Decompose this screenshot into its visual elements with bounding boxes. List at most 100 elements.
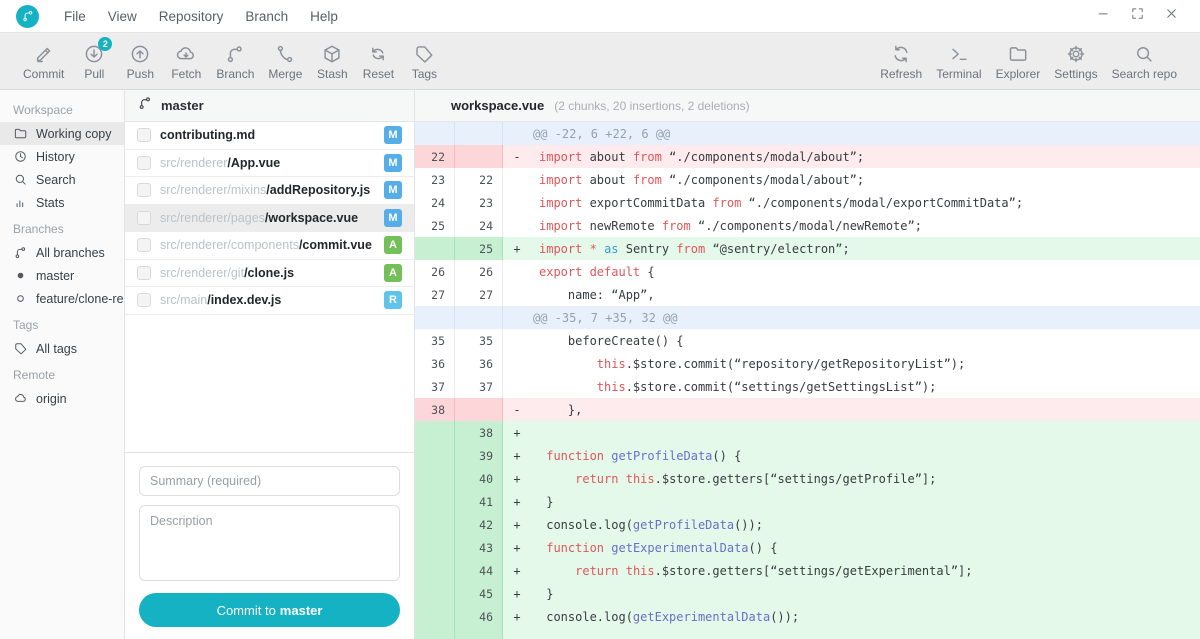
diff-code: import about from “./components/modal/ab… [503,168,1200,191]
new-line-number: 39 [455,444,503,467]
fetch-icon [175,41,197,66]
old-line-number: 22 [415,145,455,168]
diff-code: import exportCommitData from “./componen… [503,191,1200,214]
pencil-icon [33,41,55,66]
toolbar-pull-button[interactable]: 2Pull [71,41,117,81]
file-row-index-dev-js[interactable]: src/main/index.dev.jsR [125,287,414,315]
menu-file[interactable]: File [53,9,97,24]
old-line-number [415,421,455,444]
diff-header: workspace.vue (2 chunks, 20 insertions, … [415,90,1200,122]
file-row-commit-vue[interactable]: src/renderer/components/commit.vueA [125,232,414,260]
diff-marker: + [507,449,527,463]
toolbar-reset-button[interactable]: Reset [355,41,401,81]
old-line-number: 25 [415,214,455,237]
toolbar-push-button[interactable]: Push [117,41,163,81]
diff-code: + } [503,490,1200,513]
stash-icon [321,41,343,66]
toolbar-search-repo-button[interactable]: Search repo [1105,41,1184,81]
toolbar-refresh-button[interactable]: Refresh [873,41,929,81]
diff-row: 2322import about from “./components/moda… [415,168,1200,191]
new-line-number: 24 [455,214,503,237]
new-line-number: 41 [455,490,503,513]
diff-marker: + [507,426,527,440]
diff-code: + [503,421,1200,444]
branch-icon [137,95,153,116]
old-line-number [415,444,455,467]
folder-icon [1007,41,1029,66]
toolbar-merge-button[interactable]: Merge [261,41,309,81]
maximize-button[interactable] [1120,6,1154,26]
new-line-number: 26 [455,260,503,283]
file-checkbox[interactable] [137,266,151,280]
toolbar-tags-button[interactable]: Tags [401,41,447,81]
refresh-icon [890,41,912,66]
toolbar-explorer-button[interactable]: Explorer [989,41,1048,81]
sidebar-item-history[interactable]: History [0,145,124,168]
diff-marker: - [507,403,527,417]
menu-help[interactable]: Help [299,9,349,24]
toolbar-label: Settings [1054,67,1097,81]
toolbar-terminal-button[interactable]: Terminal [929,41,988,81]
toolbar-stash-button[interactable]: Stash [309,41,355,81]
reset-icon [367,41,389,66]
menu-branch[interactable]: Branch [234,9,299,24]
file-row-app-vue[interactable]: src/renderer/App.vueM [125,150,414,178]
summary-input[interactable] [139,466,400,496]
close-button[interactable] [1154,6,1188,26]
old-line-number [415,559,455,582]
commit-button[interactable]: Commit to master [139,593,400,627]
diff-row: 3737 this.$store.commit(“settings/getSet… [415,375,1200,398]
diff-code: + return this.$store.getters[“settings/g… [503,559,1200,582]
sidebar-section-workspace: Workspace [0,95,124,122]
sidebar-section-tags: Tags [0,310,124,337]
sidebar-item-master[interactable]: master [0,264,124,287]
toolbar-settings-button[interactable]: Settings [1047,41,1104,81]
sidebar-item-origin[interactable]: origin [0,387,124,410]
file-checkbox[interactable] [137,128,151,142]
sidebar-item-feature-clone-re[interactable]: feature/clone-re... [0,287,124,310]
minimize-button[interactable] [1086,6,1120,26]
branch-icon [224,41,246,66]
old-line-number: 24 [415,191,455,214]
file-checkbox[interactable] [137,293,151,307]
sidebar-item-stats[interactable]: Stats [0,191,124,214]
changed-file-list: contributing.mdMsrc/renderer/App.vueMsrc… [125,122,414,452]
toolbar-commit-button[interactable]: Commit [16,41,71,81]
diff-body: @@ -22, 6 +22, 6 @@ 22 - import about from … [415,122,1200,639]
toolbar-fetch-button[interactable]: Fetch [163,41,209,81]
file-row-workspace-vue[interactable]: src/renderer/pages/workspace.vueM [125,205,414,233]
file-checkbox[interactable] [137,211,151,225]
sidebar-item-working-copy[interactable]: Working copy [0,122,124,145]
file-row-clone-js[interactable]: src/renderer/git/clone.jsA [125,260,414,288]
diff-row: 45+ } [415,582,1200,605]
file-checkbox[interactable] [137,156,151,170]
file-row-addrepository-js[interactable]: src/renderer/mixins/addRepository.jsM [125,177,414,205]
file-checkbox[interactable] [137,238,151,252]
toolbar-branch-button[interactable]: Branch [209,41,261,81]
status-badge-r: R [384,291,402,309]
diff-code: this.$store.commit(“repository/getReposi… [503,352,1200,375]
menu-view[interactable]: View [97,9,148,24]
diff-row: 2626export default { [415,260,1200,283]
sidebar-item-all-tags[interactable]: All tags [0,337,124,360]
diff-code: import newRemote from “./components/moda… [503,214,1200,237]
sidebar-section-remote: Remote [0,360,124,387]
status-badge-m: M [384,181,402,199]
diff-code: + } [503,582,1200,605]
diff-code: @@ -22, 6 +22, 6 @@ [503,122,1200,145]
old-line-number: 37 [415,375,455,398]
diff-code: name: “App”, [503,283,1200,306]
sidebar-item-search[interactable]: Search [0,168,124,191]
toolbar-label: Refresh [880,67,922,81]
old-line-number [415,628,455,639]
description-input[interactable] [139,505,400,581]
old-line-number: 26 [415,260,455,283]
file-row-contributing-md[interactable]: contributing.mdM [125,122,414,150]
sidebar-item-all-branches[interactable]: All branches [0,241,124,264]
sidebar-item-label: origin [36,392,67,406]
file-checkbox[interactable] [137,183,151,197]
new-line-number [455,398,503,421]
new-line-number [455,122,503,145]
menu-repository[interactable]: Repository [148,9,235,24]
old-line-number [415,237,455,260]
